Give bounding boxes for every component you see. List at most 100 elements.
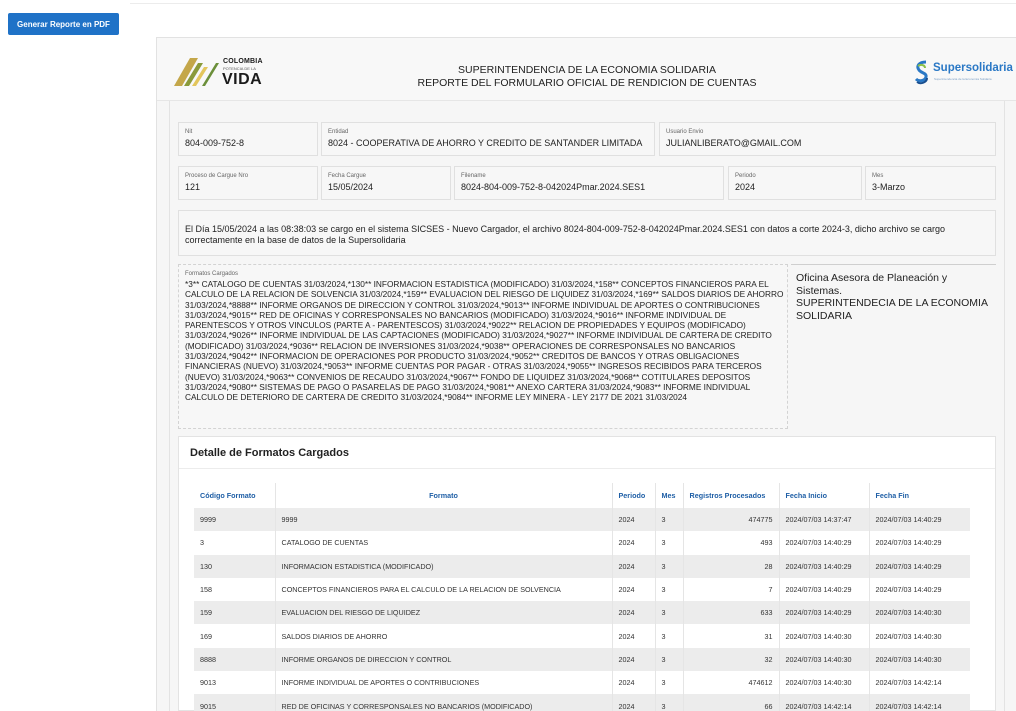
- load-confirmation-message: El Día 15/05/2024 a las 08:38:03 se carg…: [178, 210, 996, 256]
- cell-periodo: 2024: [611, 624, 655, 648]
- column-header-fecha-fin[interactable]: Fecha Fin: [868, 483, 970, 508]
- table-row: 9015 RED DE OFICINAS Y CORRESPONSALES NO …: [194, 694, 970, 711]
- entidad-field: Entidad 8024 - COOPERATIVA DE AHORRO Y C…: [321, 122, 655, 156]
- nit-field: Nit 804-009-752-8: [178, 122, 318, 156]
- cell-formato: SALDOS DIARIOS DE AHORRO: [274, 624, 612, 648]
- cell-mes: 3: [654, 647, 683, 672]
- cell-fecha-fin: 2024/07/03 14:40:29: [868, 577, 970, 602]
- nit-value: 804-009-752-8: [185, 138, 245, 148]
- cell-fecha-fin: 2024/07/03 14:40:30: [868, 647, 970, 672]
- generate-pdf-button[interactable]: Generar Reporte en PDF: [8, 13, 119, 35]
- proceso-cargue-label: Proceso de Cargue Nro: [185, 173, 249, 179]
- cell-periodo: 2024: [611, 694, 655, 711]
- cell-registros: 32: [682, 647, 779, 672]
- usuario-envio-field: Usuario Envio JULIANLIBERATO@GMAIL.COM: [659, 122, 996, 156]
- cell-fecha-fin: 2024/07/03 14:40:29: [868, 531, 970, 555]
- table-row: 8888 INFORME ORGANOS DE DIRECCION Y CONTR…: [194, 647, 970, 672]
- cell-periodo: 2024: [611, 647, 655, 672]
- oficina-signature: Oficina Asesora de Planeación y Sistemas…: [796, 272, 996, 322]
- supersolidaria-logo-tagline: Superintendencia de la Economía Solidari…: [934, 77, 992, 81]
- cell-codigo: 9999: [200, 515, 216, 525]
- column-header-codigo[interactable]: Código Formato: [194, 483, 275, 508]
- cell-fecha-fin: 2024/07/03 14:42:14: [868, 671, 970, 695]
- cell-fecha-inicio: 2024/07/03 14:42:14: [778, 694, 869, 711]
- oficina-divider: [791, 264, 996, 265]
- column-header-mes[interactable]: Mes: [654, 483, 683, 508]
- detalle-formatos-title: Detalle de Formatos Cargados: [190, 447, 349, 459]
- cell-registros: 474775: [682, 508, 779, 532]
- cell-registros: 633: [682, 601, 779, 625]
- cell-fecha-inicio: 2024/07/03 14:40:29: [778, 601, 869, 625]
- cell-mes: 3: [654, 671, 683, 695]
- cell-formato: INFORMACION ESTADISTICA (MODIFICADO): [274, 554, 612, 578]
- cell-codigo: 8888: [200, 654, 216, 664]
- oficina-name: Oficina Asesora de Planeación y Sistemas…: [796, 272, 948, 297]
- logo-text-line1: COLOMBIA: [223, 58, 263, 65]
- cell-codigo: 9013: [200, 678, 216, 688]
- entidad-value: 8024 - COOPERATIVA DE AHORRO Y CREDITO D…: [328, 138, 643, 148]
- cell-fecha-fin: 2024/07/03 14:40:29: [868, 508, 970, 532]
- filename-value: 8024-804-009-752-8-042024Pmar.2024.SES1: [461, 182, 646, 192]
- cell-periodo: 2024: [611, 508, 655, 532]
- fecha-cargue-label: Fecha Cargue: [328, 173, 367, 179]
- cell-fecha-inicio: 2024/07/03 14:40:30: [778, 671, 869, 695]
- logo-text-line3: VIDA: [222, 71, 263, 88]
- table-row: 9999 9999 2024 3 474775 2024/07/03 14:37:47 20…: [194, 508, 970, 532]
- cell-mes: 3: [654, 624, 683, 648]
- cell-fecha-inicio: 2024/07/03 14:40:29: [778, 531, 869, 555]
- formatos-table: Código Formato Formato Periodo Mes Regis…: [194, 483, 970, 711]
- entidad-label: Entidad: [328, 129, 349, 135]
- proceso-cargue-field: Proceso de Cargue Nro 121: [178, 166, 318, 200]
- periodo-field: Periodo 2024: [728, 166, 862, 200]
- cell-fecha-inicio: 2024/07/03 14:40:29: [778, 554, 869, 578]
- cell-fecha-fin: 2024/07/03 14:40:29: [868, 554, 970, 578]
- top-divider: [130, 3, 1016, 4]
- cell-codigo: 3: [200, 538, 204, 548]
- cell-registros: 7: [682, 577, 779, 602]
- colombia-potencia-de-la-vida-logo: COLOMBIA POTENCIA DE LA VIDA: [172, 57, 272, 89]
- cell-fecha-inicio: 2024/07/03 14:40:30: [778, 624, 869, 648]
- cell-formato: INFORME INDIVIDUAL DE APORTES O CONTRIBU…: [274, 671, 612, 695]
- cell-registros: 28: [682, 554, 779, 578]
- mes-value: 3-Marzo: [872, 182, 906, 192]
- report-title: SUPERINTENDENCIA DE LA ECONOMIA SOLIDARI…: [357, 64, 817, 90]
- cell-formato: 9999: [274, 508, 612, 532]
- cell-formato: EVALUACION DEL RIESGO DE LIQUIDEZ: [274, 601, 612, 625]
- fecha-cargue-field: Fecha Cargue 15/05/2024: [321, 166, 451, 200]
- cell-codigo: 130: [200, 561, 212, 571]
- detalle-formatos-section: Detalle de Formatos Cargados Código Form…: [178, 436, 996, 711]
- cell-mes: 3: [654, 531, 683, 555]
- column-header-registros[interactable]: Registros Procesados: [682, 483, 779, 508]
- cell-registros: 493: [682, 531, 779, 555]
- fecha-cargue-value: 15/05/2024: [328, 182, 374, 192]
- cell-mes: 3: [654, 508, 683, 532]
- table-row: 130 INFORMACION ESTADISTICA (MODIFICADO) 2…: [194, 554, 970, 578]
- column-header-fecha-inicio[interactable]: Fecha Inicio: [778, 483, 869, 508]
- cell-mes: 3: [654, 577, 683, 602]
- cell-registros: 66: [682, 694, 779, 711]
- cell-fecha-inicio: 2024/07/03 14:40:30: [778, 647, 869, 672]
- supersolidaria-logo-text: Supersolidaria: [933, 62, 1013, 74]
- formatos-cargados-text: *3** CATALOGO DE CUENTAS 31/03/2024,*130…: [185, 279, 784, 403]
- column-header-periodo[interactable]: Periodo: [611, 483, 655, 508]
- mes-label: Mes: [872, 173, 884, 179]
- column-header-formato[interactable]: Formato: [274, 483, 612, 508]
- nit-label: Nit: [185, 129, 193, 135]
- table-row: 158 CONCEPTOS FINANCIEROS PARA EL CALCULO…: [194, 577, 970, 602]
- supersolidaria-logo: Supersolidaria Superintendencia de la Ec…: [913, 60, 1016, 88]
- cell-codigo: 9015: [200, 701, 216, 711]
- periodo-value: 2024: [735, 182, 756, 192]
- cell-mes: 3: [654, 694, 683, 711]
- cell-fecha-fin: 2024/07/03 14:40:30: [868, 601, 970, 625]
- colombia-logo-icon: [174, 58, 219, 86]
- usuario-envio-label: Usuario Envio: [666, 129, 704, 135]
- cell-registros: 31: [682, 624, 779, 648]
- report-title-line2: REPORTE DEL FORMULARIO OFICIAL DE RENDIC…: [417, 77, 757, 89]
- cell-periodo: 2024: [611, 577, 655, 602]
- detalle-divider: [179, 468, 995, 469]
- cell-periodo: 2024: [611, 671, 655, 695]
- table-row: 3 CATALOGO DE CUENTAS 2024 3 493 2024/07/03 1…: [194, 531, 970, 555]
- usuario-envio-value: JULIANLIBERATO@GMAIL.COM: [666, 138, 802, 148]
- cell-mes: 3: [654, 601, 683, 625]
- cell-periodo: 2024: [611, 601, 655, 625]
